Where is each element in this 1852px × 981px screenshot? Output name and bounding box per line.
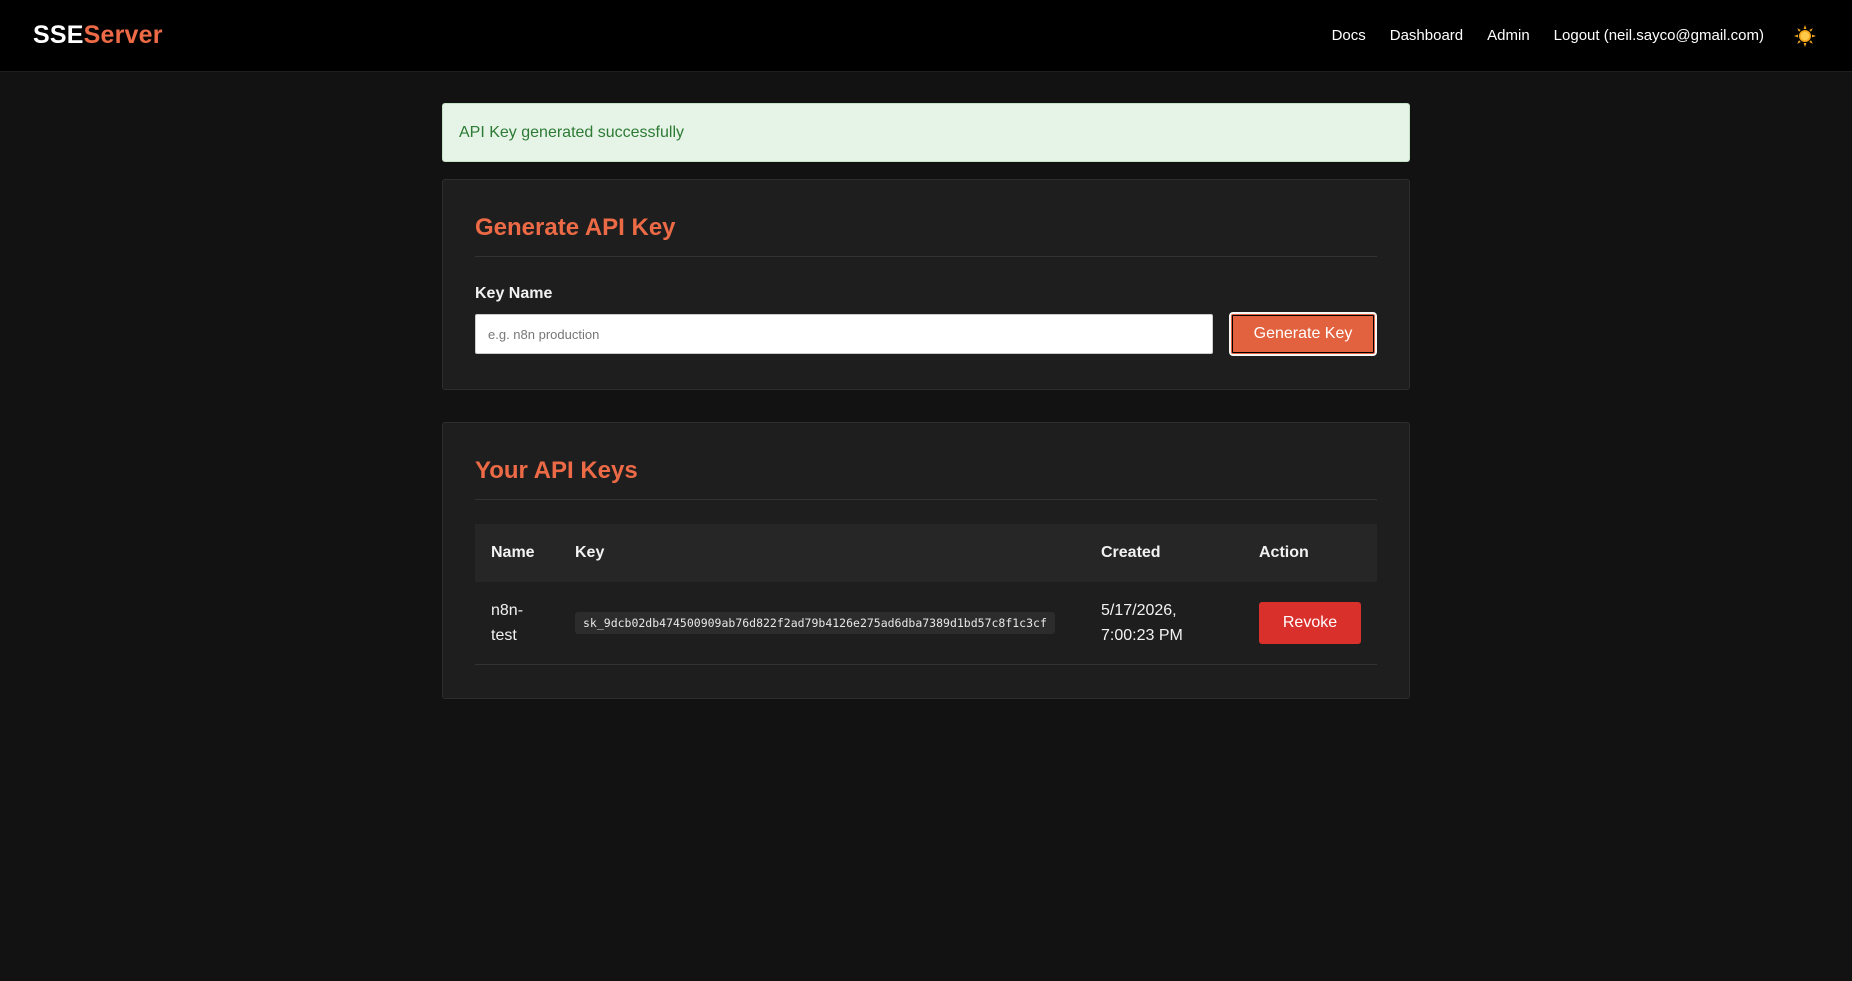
api-keys-table: Name Key Created Action n8n-test sk_9dcb… (475, 524, 1377, 665)
brand-part-sse: SSE (33, 21, 84, 49)
brand-part-server: Server (83, 21, 163, 49)
nav-docs-link[interactable]: Docs (1332, 27, 1366, 44)
revoke-button[interactable]: Revoke (1259, 602, 1361, 644)
generate-key-form: Generate Key (475, 312, 1377, 356)
table-row: n8n-test sk_9dcb02db474500909ab76d822f2a… (475, 582, 1377, 665)
nav-dashboard-link[interactable]: Dashboard (1390, 27, 1463, 44)
main-content: API Key generated successfully Generate … (442, 103, 1410, 699)
sun-icon[interactable] (1794, 24, 1816, 47)
api-key-code[interactable]: sk_9dcb02db474500909ab76d822f2ad79b4126e… (575, 612, 1055, 634)
success-alert: API Key generated successfully (442, 103, 1410, 162)
key-name-cell: n8n-test (475, 582, 559, 665)
main-nav: Docs Dashboard Admin Logout (neil.sayco@… (1308, 24, 1816, 47)
column-header-action: Action (1259, 544, 1309, 561)
top-navbar: SSEServer Docs Dashboard Admin Logout (n… (0, 0, 1852, 72)
nav-admin-link[interactable]: Admin (1487, 27, 1530, 44)
success-alert-message: API Key generated successfully (459, 123, 685, 141)
generate-key-card: Generate API Key Key Name Generate Key (442, 179, 1410, 390)
key-value-cell: sk_9dcb02db474500909ab76d822f2ad79b4126e… (559, 582, 1085, 665)
generate-key-title: Generate API Key (475, 214, 1377, 257)
api-keys-card: Your API Keys Name Key Created Action n8… (442, 422, 1410, 699)
brand-logo[interactable]: SSEServer (33, 21, 163, 50)
column-header-name: Name (491, 544, 535, 561)
key-created-cell: 5/17/2026, 7:00:23 PM (1085, 582, 1243, 665)
api-keys-title: Your API Keys (475, 457, 1377, 500)
key-name-label: Key Name (475, 285, 553, 302)
key-name-input[interactable] (475, 314, 1213, 354)
column-header-created: Created (1101, 544, 1161, 561)
key-action-cell: Revoke (1243, 582, 1377, 665)
generate-key-button[interactable]: Generate Key (1229, 312, 1377, 356)
column-header-key: Key (575, 544, 605, 561)
table-header-row: Name Key Created Action (475, 524, 1377, 582)
nav-logout-link[interactable]: Logout (neil.sayco@gmail.com) (1554, 27, 1764, 44)
